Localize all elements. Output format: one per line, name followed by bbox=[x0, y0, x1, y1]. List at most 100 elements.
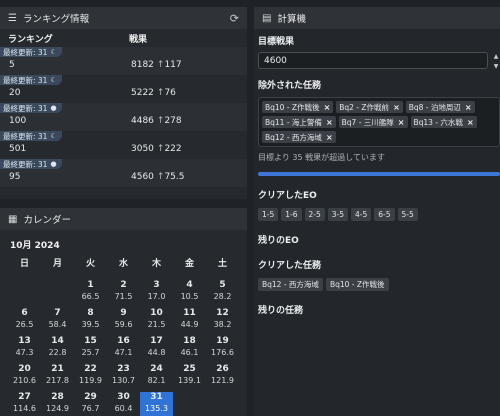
calendar-day[interactable]: 15 25.7 bbox=[74, 336, 107, 364]
calendar-day[interactable]: 28 124.9 bbox=[41, 392, 74, 416]
quest-chip[interactable]: Bq10 - Z作戦後 bbox=[325, 278, 389, 291]
day-value: 47.3 bbox=[15, 348, 34, 357]
target-value: 4600 bbox=[264, 55, 287, 66]
calendar-day[interactable]: 8 39.5 bbox=[74, 308, 107, 336]
day-value: 46.1 bbox=[180, 348, 199, 357]
day-number: 12 bbox=[216, 308, 229, 318]
column-rank: ランキング bbox=[8, 35, 53, 45]
calendar-days: 1 66.5 2 71.5 3 17.0 4 10.5 5 28.2 6 26.5 7 58.4 8 39.5… bbox=[8, 280, 240, 416]
target-input[interactable]: 4600 ▲ ▼ bbox=[258, 52, 498, 70]
calendar-day[interactable]: 26 121.9 bbox=[206, 364, 239, 392]
refresh-icon[interactable]: ⟳ bbox=[230, 12, 239, 25]
score-value: 4560 ↑75.5 bbox=[131, 172, 185, 182]
close-icon[interactable]: × bbox=[393, 103, 400, 112]
calendar-day[interactable]: 30 60.4 bbox=[107, 392, 140, 416]
remaining-quests-label: 残りの任務 bbox=[258, 306, 304, 316]
excluded-tag: Bq8 - 泊地周辺 × bbox=[405, 101, 475, 113]
day-number: 9 bbox=[120, 308, 127, 318]
day-value: 39.5 bbox=[81, 320, 100, 329]
excluded-tags-box[interactable]: Bq10 - Z作戦後 × Bq2 - Z作戦前 × Bq8 - 泊地周辺 × Bq11 -… bbox=[258, 97, 500, 147]
calendar-day[interactable]: 6 26.5 bbox=[8, 308, 41, 336]
eo-chip[interactable]: 1-5 bbox=[258, 208, 279, 221]
badge-text: 最終更新: 31 bbox=[3, 47, 48, 57]
calculator-title: 計算機 bbox=[277, 14, 306, 25]
score-delta: 278 bbox=[164, 116, 182, 126]
calendar-day[interactable]: 16 47.1 bbox=[107, 336, 140, 364]
score-value: 5222 ↑76 bbox=[131, 88, 176, 98]
calendar-day[interactable]: 21 217.8 bbox=[41, 364, 74, 392]
calendar-header: ▦ カレンダー bbox=[0, 208, 247, 230]
calendar-day[interactable]: 10 21.5 bbox=[140, 308, 173, 336]
score-value: 4486 ↑278 bbox=[131, 116, 182, 126]
calendar-day[interactable]: 4 10.5 bbox=[173, 280, 206, 308]
calendar-day[interactable]: 1 66.5 bbox=[74, 280, 107, 308]
eo-chip[interactable]: 4-5 bbox=[351, 208, 372, 221]
eo-chip[interactable]: 1-6 bbox=[281, 208, 302, 221]
tag-label: Bq7 - 三川艦隊 bbox=[341, 117, 394, 127]
target-stepper[interactable]: ▲ ▼ bbox=[491, 53, 500, 70]
score-number: 3050 bbox=[131, 144, 154, 154]
calendar-day[interactable]: 27 114.6 bbox=[8, 392, 41, 416]
close-icon[interactable]: × bbox=[467, 118, 474, 127]
day-number: 14 bbox=[51, 336, 64, 346]
tag-label: Bq13 - 六水戦 bbox=[413, 117, 463, 127]
eo-chip[interactable]: 3-5 bbox=[327, 208, 348, 221]
calendar-day[interactable]: 9 59.6 bbox=[107, 308, 140, 336]
last-updated-badge: 最終更新: 31 ☾ bbox=[0, 75, 62, 85]
calendar-day[interactable]: 17 44.8 bbox=[140, 336, 173, 364]
weekday-label: 水 bbox=[118, 259, 128, 269]
calendar-day[interactable]: 2 71.5 bbox=[107, 280, 140, 308]
day-value: 21.5 bbox=[147, 320, 166, 329]
weekday-label: 金 bbox=[184, 259, 194, 269]
close-icon[interactable]: × bbox=[326, 133, 333, 142]
progress-fill bbox=[258, 172, 500, 176]
day-value: 38.2 bbox=[213, 320, 232, 329]
day-number: 16 bbox=[117, 336, 130, 346]
calendar-day[interactable]: 25 139.1 bbox=[173, 364, 206, 392]
day-number: 24 bbox=[150, 364, 163, 374]
calendar-day[interactable]: 19 176.6 bbox=[206, 336, 239, 364]
calendar-day[interactable]: 3 17.0 bbox=[140, 280, 173, 308]
calendar-day[interactable]: 31 135.3 bbox=[140, 392, 173, 416]
day-number: 27 bbox=[18, 392, 31, 402]
day-number: 17 bbox=[150, 336, 163, 346]
tag-label: Bq2 - Z作戦前 bbox=[339, 102, 390, 112]
calendar-day[interactable]: 5 28.2 bbox=[206, 280, 239, 308]
calendar-day[interactable]: 29 76.7 bbox=[74, 392, 107, 416]
close-icon[interactable]: × bbox=[398, 118, 405, 127]
last-updated-badge: 最終更新: 31 ☾ bbox=[0, 131, 62, 141]
eo-chip[interactable]: 5-5 bbox=[397, 208, 418, 221]
close-icon[interactable]: × bbox=[324, 103, 331, 112]
status-note: 目標より 35 戦果が超過しています bbox=[258, 153, 385, 162]
quest-chip[interactable]: Bq12 - 西方海域 bbox=[258, 278, 323, 291]
cleared-quests-label: クリアした任務 bbox=[258, 261, 322, 271]
badge-icon: ☾ bbox=[50, 132, 57, 140]
day-value: 124.9 bbox=[46, 404, 69, 413]
chevron-up-icon[interactable]: ▲ bbox=[494, 53, 499, 60]
day-number: 10 bbox=[150, 308, 163, 318]
calendar-day[interactable]: 18 46.1 bbox=[173, 336, 206, 364]
calendar-day[interactable]: 11 44.9 bbox=[173, 308, 206, 336]
calendar-day[interactable]: 22 119.9 bbox=[74, 364, 107, 392]
day-value: 130.7 bbox=[112, 376, 135, 385]
score-value: 8182 ↑117 bbox=[131, 60, 182, 70]
eo-chip[interactable]: 2-5 bbox=[304, 208, 325, 221]
calendar-day[interactable]: 13 47.3 bbox=[8, 336, 41, 364]
eo-chip[interactable]: 6-5 bbox=[374, 208, 395, 221]
tag-label: Bq11 - 海上警備 bbox=[265, 117, 322, 127]
calendar-day[interactable]: 23 130.7 bbox=[107, 364, 140, 392]
calendar-day[interactable]: 24 82.1 bbox=[140, 364, 173, 392]
day-value: 82.1 bbox=[147, 376, 166, 385]
calendar-day[interactable]: 12 38.2 bbox=[206, 308, 239, 336]
day-number: 23 bbox=[117, 364, 130, 374]
badge-icon: ☾ bbox=[50, 48, 57, 56]
day-number: 30 bbox=[117, 392, 130, 402]
chevron-down-icon[interactable]: ▼ bbox=[494, 63, 499, 70]
calendar-day[interactable]: 14 22.8 bbox=[41, 336, 74, 364]
calendar-day[interactable]: 20 210.6 bbox=[8, 364, 41, 392]
day-number: 11 bbox=[183, 308, 196, 318]
calendar-day[interactable]: 7 58.4 bbox=[41, 308, 74, 336]
day-value: 17.0 bbox=[147, 292, 166, 301]
close-icon[interactable]: × bbox=[465, 103, 472, 112]
close-icon[interactable]: × bbox=[326, 118, 333, 127]
